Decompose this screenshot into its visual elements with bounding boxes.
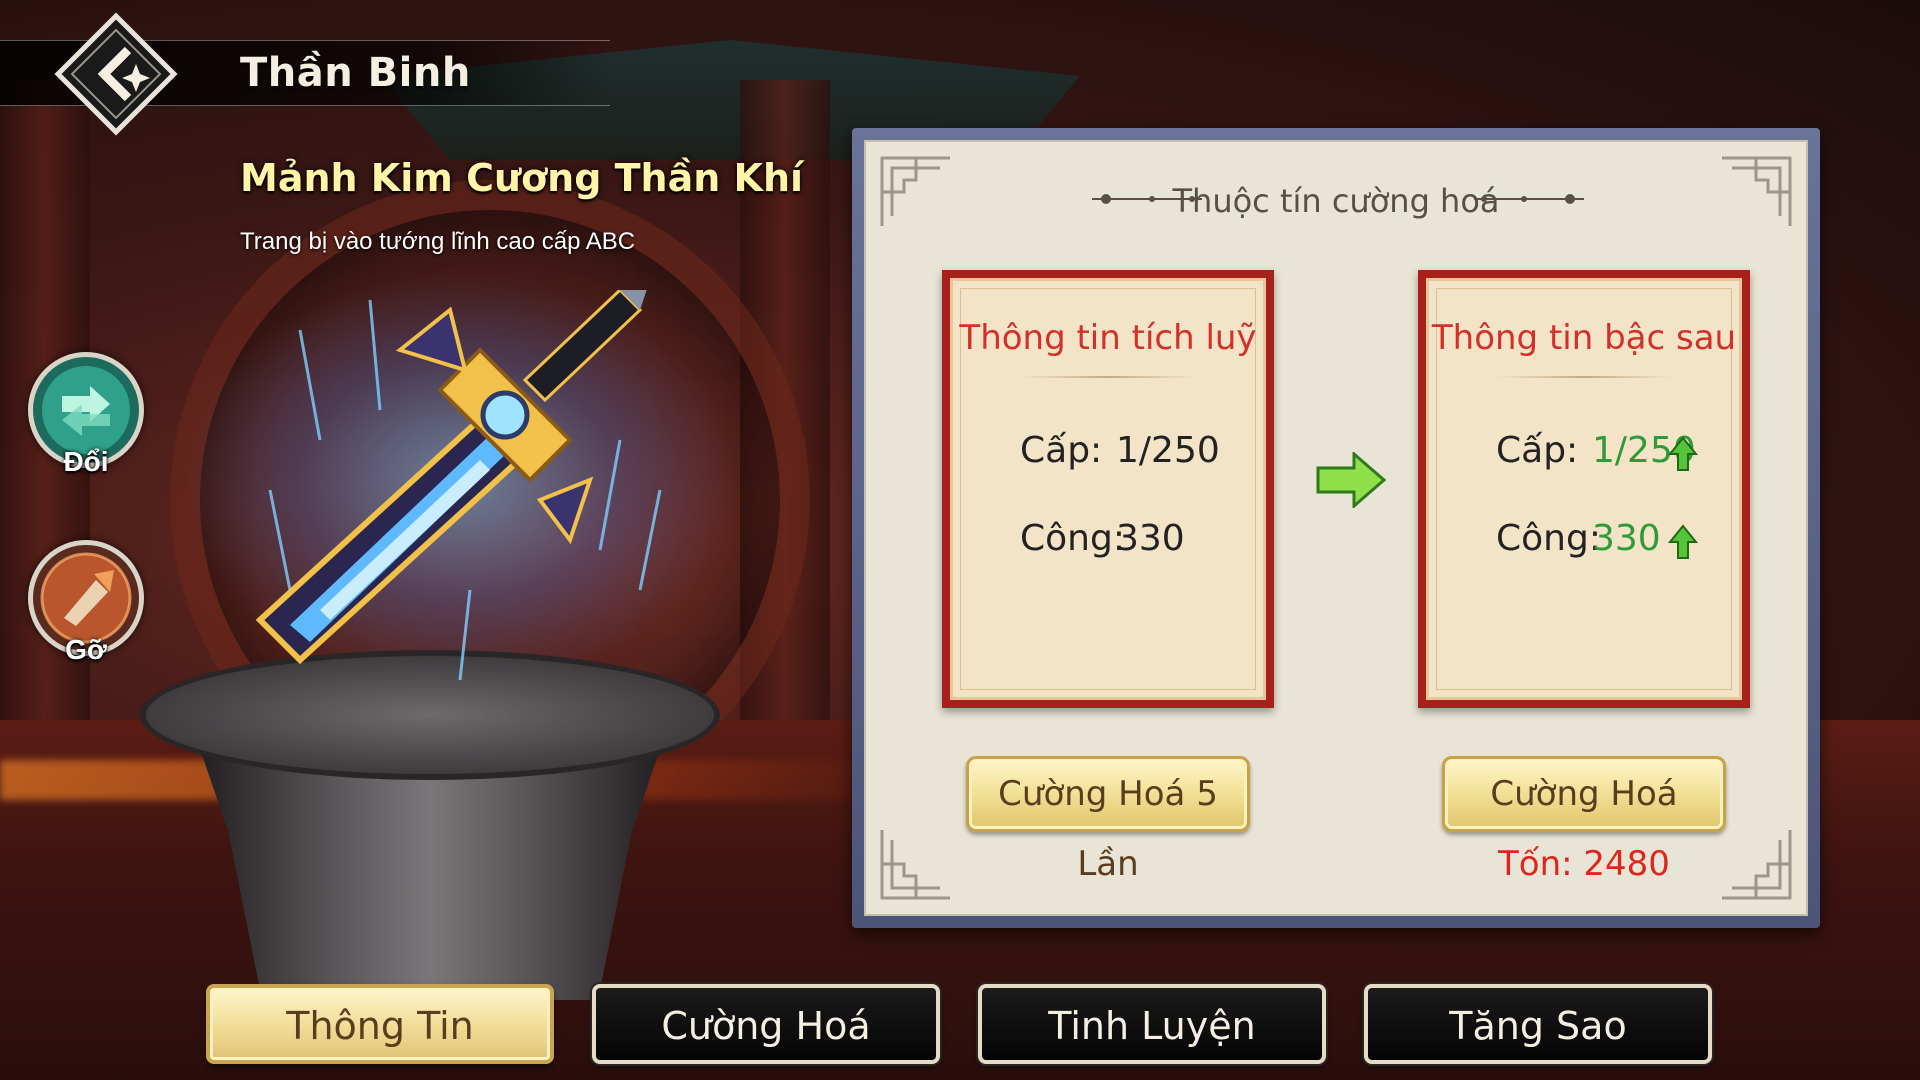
swap-label: Đổi xyxy=(63,446,109,477)
item-description: Trang bị vào tướng lĩnh cao cấp ABC xyxy=(240,228,636,255)
next-attack-row: Công: 330 xyxy=(1496,518,1712,568)
next-card-title: Thông tin bậc sau xyxy=(1431,318,1737,358)
title-divider-right-icon xyxy=(1474,194,1584,204)
increase-arrow-icon xyxy=(1668,524,1698,559)
enhance-button[interactable]: Cường Hoá xyxy=(1442,756,1726,832)
increase-arrow-icon xyxy=(1668,436,1698,471)
card-divider xyxy=(1020,376,1196,378)
back-arrow-icon xyxy=(54,12,178,136)
page-title: Thần Binh xyxy=(240,50,471,96)
swap-button[interactable]: Đổi xyxy=(28,352,144,477)
tab-enhance[interactable]: Cường Hoá xyxy=(592,984,940,1064)
level-value: 1/250 xyxy=(1116,430,1220,471)
enhance-5-times-button[interactable]: Cường Hoá 5 Lần xyxy=(966,756,1250,884)
back-button[interactable] xyxy=(54,12,178,136)
attack-label: Công: xyxy=(1020,518,1125,559)
section-title: Thuộc tín cường hoá xyxy=(1172,182,1500,220)
current-attack-row: Công: 330 xyxy=(1020,518,1236,568)
attack-label: Công: xyxy=(1496,518,1601,559)
panel-inner: Thuộc tín cường hoá Thông tin tích luỹ C… xyxy=(864,140,1808,916)
tab-star-up[interactable]: Tăng Sao xyxy=(1364,984,1712,1064)
current-card-title: Thông tin tích luỹ xyxy=(959,318,1257,358)
cost-label: Tốn: 2480 xyxy=(1498,844,1670,884)
card-divider xyxy=(1496,376,1672,378)
current-level-row: Cấp: 1/250 xyxy=(1020,430,1236,480)
level-label: Cấp: xyxy=(1496,430,1579,471)
arrow-right-icon xyxy=(1316,452,1386,508)
sword-image xyxy=(240,280,700,690)
attack-value: 330 xyxy=(1116,518,1185,559)
level-label: Cấp: xyxy=(1020,430,1103,471)
next-level-row: Cấp: 1/250 xyxy=(1496,430,1712,480)
next-info-card: Thông tin bậc sau Cấp: 1/250 Công: 330 xyxy=(1418,270,1750,708)
sword-icon xyxy=(255,280,662,681)
item-name: Mảnh Kim Cương Thần Khí xyxy=(240,156,804,200)
remove-button[interactable]: Gỡ xyxy=(28,540,144,665)
corner-ornament-icon xyxy=(1722,830,1792,900)
corner-ornament-icon xyxy=(880,830,950,900)
tab-refine[interactable]: Tinh Luyện xyxy=(978,984,1326,1064)
attack-value: 330 xyxy=(1592,518,1661,559)
remove-label: Gỡ xyxy=(65,634,107,665)
enhance-panel: Thuộc tín cường hoá Thông tin tích luỹ C… xyxy=(852,128,1820,928)
current-info-card: Thông tin tích luỹ Cấp: 1/250 Công: 330 xyxy=(942,270,1274,708)
tab-info[interactable]: Thông Tin xyxy=(206,984,554,1064)
